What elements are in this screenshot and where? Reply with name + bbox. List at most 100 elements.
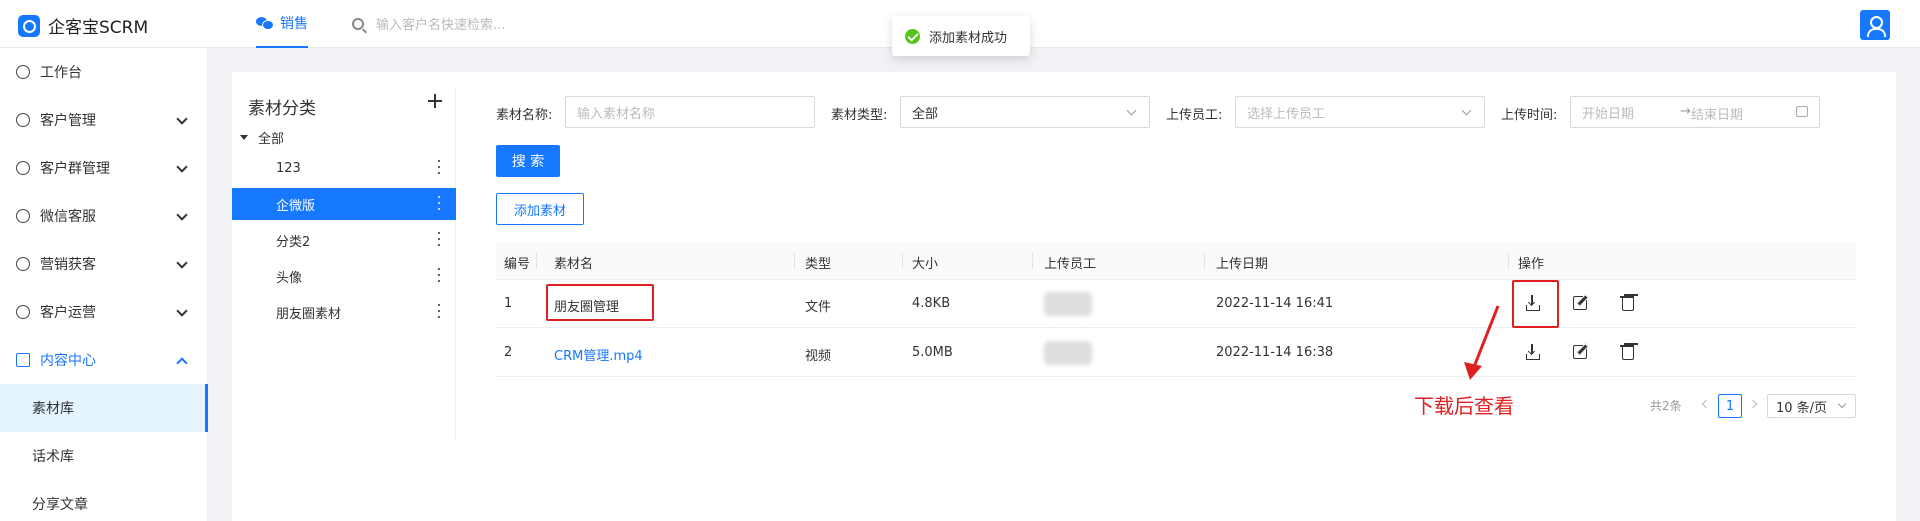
row-id: 1 <box>504 296 513 311</box>
group-chat-icon <box>16 161 30 175</box>
user-avatar-icon[interactable] <box>1860 10 1890 40</box>
more-icon[interactable] <box>438 160 440 174</box>
uploader-select[interactable]: 选择上传员工 <box>1235 96 1485 128</box>
content-icon <box>16 353 30 367</box>
more-icon[interactable] <box>438 232 440 246</box>
category-node[interactable]: 头像 <box>232 260 456 292</box>
category-node[interactable]: 123 <box>232 152 456 184</box>
category-root[interactable]: 全部 <box>240 126 284 148</box>
column-header-id: 编号 <box>504 257 531 272</box>
table-row: 2 CRM管理.mp4 视频 5.0MB 2022-11-14 16:38 <box>496 329 1856 377</box>
uploader-avatar-blurred <box>1044 341 1092 365</box>
success-toast: 添加素材成功 <box>892 16 1030 56</box>
category-node-label: 朋友圈素材 <box>276 306 342 322</box>
delete-icon[interactable] <box>1618 342 1638 362</box>
column-divider <box>794 253 795 269</box>
sidebar-subitem-scripts[interactable]: 话术库 <box>0 432 208 480</box>
date-range-separator: → <box>1680 104 1691 119</box>
end-date-placeholder[interactable]: 结束日期 <box>1691 104 1743 123</box>
nav-tab-sales[interactable]: 销售 <box>256 0 308 48</box>
sidebar-item-customer-groups[interactable]: 客户群管理 <box>0 144 208 192</box>
sidebar-subitem-label: 话术库 <box>32 449 74 465</box>
chevron-down-icon <box>1126 105 1137 116</box>
upload-time-label: 上传时间: <box>1501 108 1558 123</box>
row-date: 2022-11-14 16:38 <box>1216 345 1334 360</box>
nav-tab-label: 销售 <box>280 16 308 32</box>
customer-search[interactable]: 输入客户名快速检索... <box>352 14 505 33</box>
sidebar-item-customers[interactable]: 客户管理 <box>0 96 208 144</box>
date-range-picker[interactable]: 开始日期 结束日期 <box>1570 96 1820 128</box>
sidebar-subitem-articles[interactable]: 分享文章 <box>0 480 208 521</box>
row-id: 2 <box>504 345 513 360</box>
row-material-name-link[interactable]: CRM管理.mp4 <box>554 345 643 364</box>
row-type: 视频 <box>805 349 832 364</box>
pagination-total: 共2条 <box>1650 399 1682 413</box>
toast-message: 添加素材成功 <box>929 30 1008 46</box>
caret-down-icon[interactable] <box>240 134 248 140</box>
page-size-select[interactable]: 10 条/页 <box>1767 394 1856 418</box>
table-header: 编号 素材名 类型 大小 上传员工 上传日期 操作 <box>496 242 1856 280</box>
app-title: 企客宝SCRM <box>48 18 149 38</box>
category-node-label: 123 <box>276 160 301 176</box>
category-node[interactable]: 分类2 <box>232 224 456 256</box>
sidebar-item-content-center[interactable]: 内容中心 <box>0 336 208 384</box>
material-type-label: 素材类型: <box>831 108 888 123</box>
check-circle-icon <box>905 28 920 44</box>
chevron-down-icon <box>176 305 188 317</box>
add-category-icon[interactable] <box>428 94 442 108</box>
dashboard-icon <box>16 65 30 79</box>
calendar-icon <box>1796 106 1808 117</box>
column-divider <box>536 253 537 269</box>
more-icon[interactable] <box>438 304 440 318</box>
material-name-input[interactable]: 输入素材名称 <box>565 96 815 128</box>
sidebar-item-label: 客户群管理 <box>40 161 110 177</box>
sidebar-item-wechat-service[interactable]: 微信客服 <box>0 192 208 240</box>
download-icon[interactable] <box>1523 342 1543 362</box>
app-logo[interactable]: 企客宝SCRM <box>18 13 148 38</box>
category-node-active[interactable]: 企微版 <box>232 188 456 220</box>
column-header-type: 类型 <box>805 257 832 272</box>
logo-icon <box>18 14 40 37</box>
page-size-value: 10 条/页 <box>1776 400 1828 416</box>
add-material-button[interactable]: 添加素材 <box>496 193 584 225</box>
sidebar: 工作台 客户管理 客户群管理 微信客服 营销获客 客户运营 内容中心 素材库 话… <box>0 48 208 521</box>
annotation-note: 下载后查看 <box>1414 394 1514 418</box>
sidebar-item-label: 内容中心 <box>40 353 96 369</box>
chevron-down-icon <box>176 209 188 221</box>
material-type-select[interactable]: 全部 <box>900 96 1150 128</box>
column-header-size: 大小 <box>912 257 939 272</box>
search-button[interactable]: 搜 索 <box>496 145 560 177</box>
category-node-label: 头像 <box>276 270 303 286</box>
customer-search-input[interactable]: 输入客户名快速检索... <box>376 14 505 33</box>
row-date: 2022-11-14 16:41 <box>1216 296 1334 311</box>
column-divider <box>1032 253 1033 269</box>
sidebar-item-operations[interactable]: 客户运营 <box>0 288 208 336</box>
material-name-placeholder: 输入素材名称 <box>577 106 656 122</box>
message-icon <box>16 305 30 319</box>
sidebar-item-label: 营销获客 <box>40 257 96 273</box>
sidebar-item-marketing[interactable]: 营销获客 <box>0 240 208 288</box>
more-icon[interactable] <box>438 196 440 210</box>
user-icon <box>16 113 30 127</box>
category-node[interactable]: 朋友圈素材 <box>232 296 456 328</box>
start-date-placeholder[interactable]: 开始日期 <box>1582 103 1634 122</box>
chevron-down-icon <box>1837 399 1847 409</box>
sidebar-item-label: 客户运营 <box>40 305 96 321</box>
delete-icon[interactable] <box>1618 293 1638 313</box>
category-node-label: 企微版 <box>276 198 316 214</box>
edit-icon[interactable] <box>1571 342 1591 362</box>
category-node-label: 分类2 <box>276 234 311 250</box>
pagination-current-page[interactable]: 1 <box>1718 394 1742 418</box>
sidebar-item-workbench[interactable]: 工作台 <box>0 48 208 96</box>
sidebar-subitem-material-library[interactable]: 素材库 <box>0 384 208 432</box>
highlight-box-material-name <box>546 284 654 321</box>
sidebar-subitem-label: 分享文章 <box>32 497 88 513</box>
annotation-arrow-icon <box>1464 305 1500 380</box>
message-icon <box>16 209 30 223</box>
row-size: 5.0MB <box>912 345 953 360</box>
more-icon[interactable] <box>438 268 440 282</box>
column-header-name: 素材名 <box>554 257 594 272</box>
row-size: 4.8KB <box>912 296 951 311</box>
edit-icon[interactable] <box>1571 293 1591 313</box>
category-title: 素材分类 <box>248 99 316 119</box>
